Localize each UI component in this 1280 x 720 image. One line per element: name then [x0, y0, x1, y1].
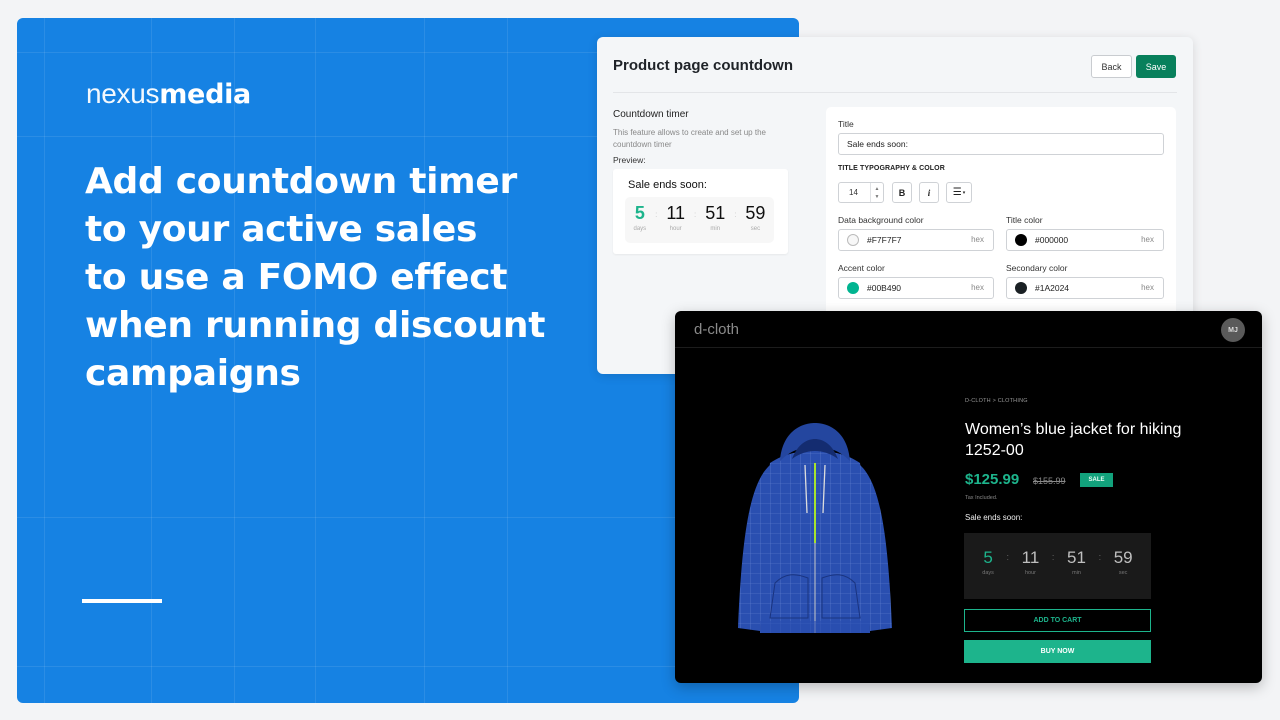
- headline: Add countdown timer to your active sales…: [85, 158, 605, 398]
- logo-bold-text: media: [159, 79, 251, 110]
- color-swatch[interactable]: [847, 282, 859, 294]
- timer-value: 51: [705, 203, 726, 223]
- timer-separator: :: [1051, 552, 1055, 562]
- preview-timer: 5 days : 11 hour : 51 min : 59 sec: [625, 197, 774, 243]
- accent-color-input[interactable]: #00B490 hex: [838, 277, 994, 299]
- color-value: #1A2024: [1035, 283, 1070, 293]
- align-left-icon: ☰: [952, 187, 962, 198]
- grid-line: [44, 18, 45, 703]
- color-value: #00B490: [867, 283, 902, 293]
- timer-separator: :: [1006, 552, 1010, 562]
- timer-unit-days: 5 days: [633, 203, 646, 232]
- color-unit: hex: [1141, 235, 1154, 244]
- section-description: This feature allows to create and set up…: [613, 128, 766, 149]
- timer-label: sec: [1118, 570, 1128, 576]
- countdown-title: Sale ends soon:: [965, 513, 1023, 522]
- preview-title: Sale ends soon:: [628, 179, 707, 191]
- timer-label: sec: [750, 226, 761, 232]
- timer-value: 5: [983, 548, 993, 567]
- color-unit: hex: [971, 235, 984, 244]
- chevron-down-icon: ▾: [962, 189, 966, 196]
- countdown-preview: Sale ends soon: 5 days : 11 hour : 51 mi…: [613, 169, 788, 254]
- secondary-color-input[interactable]: #1A2024 hex: [1006, 277, 1164, 299]
- timer-value: 59: [1113, 548, 1133, 567]
- timer-unit-minutes: 51 min: [705, 203, 725, 232]
- timer-separator: :: [655, 210, 658, 219]
- avatar[interactable]: MJ: [1221, 318, 1245, 342]
- logo-light-text: nexus: [86, 78, 160, 109]
- font-size-value: 14: [849, 188, 858, 197]
- title-label: Title: [838, 119, 854, 129]
- color-label: Secondary color: [1006, 263, 1068, 273]
- add-to-cart-button[interactable]: ADD TO CART: [964, 609, 1151, 632]
- store-brand[interactable]: d-cloth: [694, 321, 739, 338]
- timer-label: min: [1072, 570, 1081, 576]
- brand-logo: nexusmedia: [86, 78, 251, 110]
- blue-hoodie-jacket-image: [738, 423, 892, 633]
- save-button[interactable]: Save: [1136, 55, 1176, 78]
- preview-label: Preview:: [613, 155, 646, 165]
- timer-unit-minutes: 51 min: [1067, 548, 1086, 577]
- align-dropdown[interactable]: ☰ ▾: [946, 182, 972, 203]
- typography-heading: TITLE TYPOGRAPHY & COLOR: [838, 165, 945, 172]
- timer-value: 59: [745, 203, 766, 223]
- timer-unit-seconds: 59 sec: [745, 203, 765, 232]
- title-input[interactable]: Sale ends soon:: [838, 133, 1164, 155]
- section-title: Countdown timer: [613, 109, 689, 120]
- breadcrumb[interactable]: D-CLOTH > CLOTHING: [965, 398, 1028, 404]
- timer-unit-hours: 11 hour: [666, 203, 685, 232]
- timer-separator: :: [694, 210, 697, 219]
- data-background-color-input[interactable]: #F7F7F7 hex: [838, 229, 994, 251]
- accent-underline: [82, 599, 162, 603]
- timer-separator: :: [1098, 552, 1102, 562]
- sale-badge: SALE: [1080, 473, 1113, 487]
- timer-value: 11: [1021, 548, 1040, 567]
- original-price: $155.99: [1033, 476, 1066, 486]
- page-title: Product page countdown: [613, 57, 793, 74]
- color-unit: hex: [1141, 283, 1154, 292]
- headline-line: campaigns: [85, 353, 301, 394]
- timer-label: hour: [669, 226, 682, 232]
- timer-label: hour: [1024, 570, 1036, 576]
- timer-unit-hours: 11 hour: [1021, 548, 1040, 577]
- timer-unit-seconds: 59 sec: [1113, 548, 1133, 577]
- stepper-arrows-icon[interactable]: ▲ ▼: [870, 183, 883, 202]
- color-swatch[interactable]: [847, 234, 859, 246]
- color-swatch[interactable]: [1015, 234, 1027, 246]
- headline-line: Add countdown timer: [85, 161, 517, 202]
- color-label: Data background color: [838, 215, 924, 225]
- timer-label: days: [633, 226, 647, 232]
- timer-unit-days: 5 days: [982, 548, 994, 577]
- color-unit: hex: [971, 283, 984, 292]
- color-label: Title color: [1006, 215, 1043, 225]
- color-swatch[interactable]: [1015, 282, 1027, 294]
- storefront-preview: d-cloth MJ D-CLOTH > CLOTHING Women’s bl…: [675, 311, 1262, 683]
- title-color-input[interactable]: #000000 hex: [1006, 229, 1164, 251]
- countdown-timer: 5 days : 11 hour : 51 min : 59 sec: [964, 533, 1151, 599]
- timer-separator: :: [734, 210, 737, 219]
- product-title: Women’s blue jacket for hiking 1252-00: [965, 421, 1182, 459]
- back-button[interactable]: Back: [1091, 55, 1132, 78]
- color-value: #F7F7F7: [867, 235, 902, 245]
- bold-button[interactable]: B: [892, 182, 912, 203]
- divider: [613, 92, 1177, 93]
- color-label: Accent color: [838, 263, 885, 273]
- buy-now-button[interactable]: BUY NOW: [964, 640, 1151, 663]
- divider: [675, 347, 1262, 348]
- timer-value: 5: [634, 203, 645, 223]
- timer-label: min: [710, 226, 721, 232]
- headline-line: to use a FOMO effect: [85, 257, 508, 298]
- sale-price: $125.99: [965, 471, 1020, 488]
- timer-value: 11: [666, 203, 686, 223]
- color-value: #000000: [1035, 235, 1069, 245]
- font-size-stepper[interactable]: 14 ▲ ▼: [838, 182, 884, 203]
- headline-line: when running discount: [85, 305, 546, 346]
- headline-line: to your active sales: [85, 209, 478, 250]
- timer-value: 51: [1067, 548, 1086, 567]
- tax-note: Tax Included.: [965, 495, 998, 501]
- timer-label: days: [982, 570, 994, 576]
- italic-button[interactable]: i: [919, 182, 939, 203]
